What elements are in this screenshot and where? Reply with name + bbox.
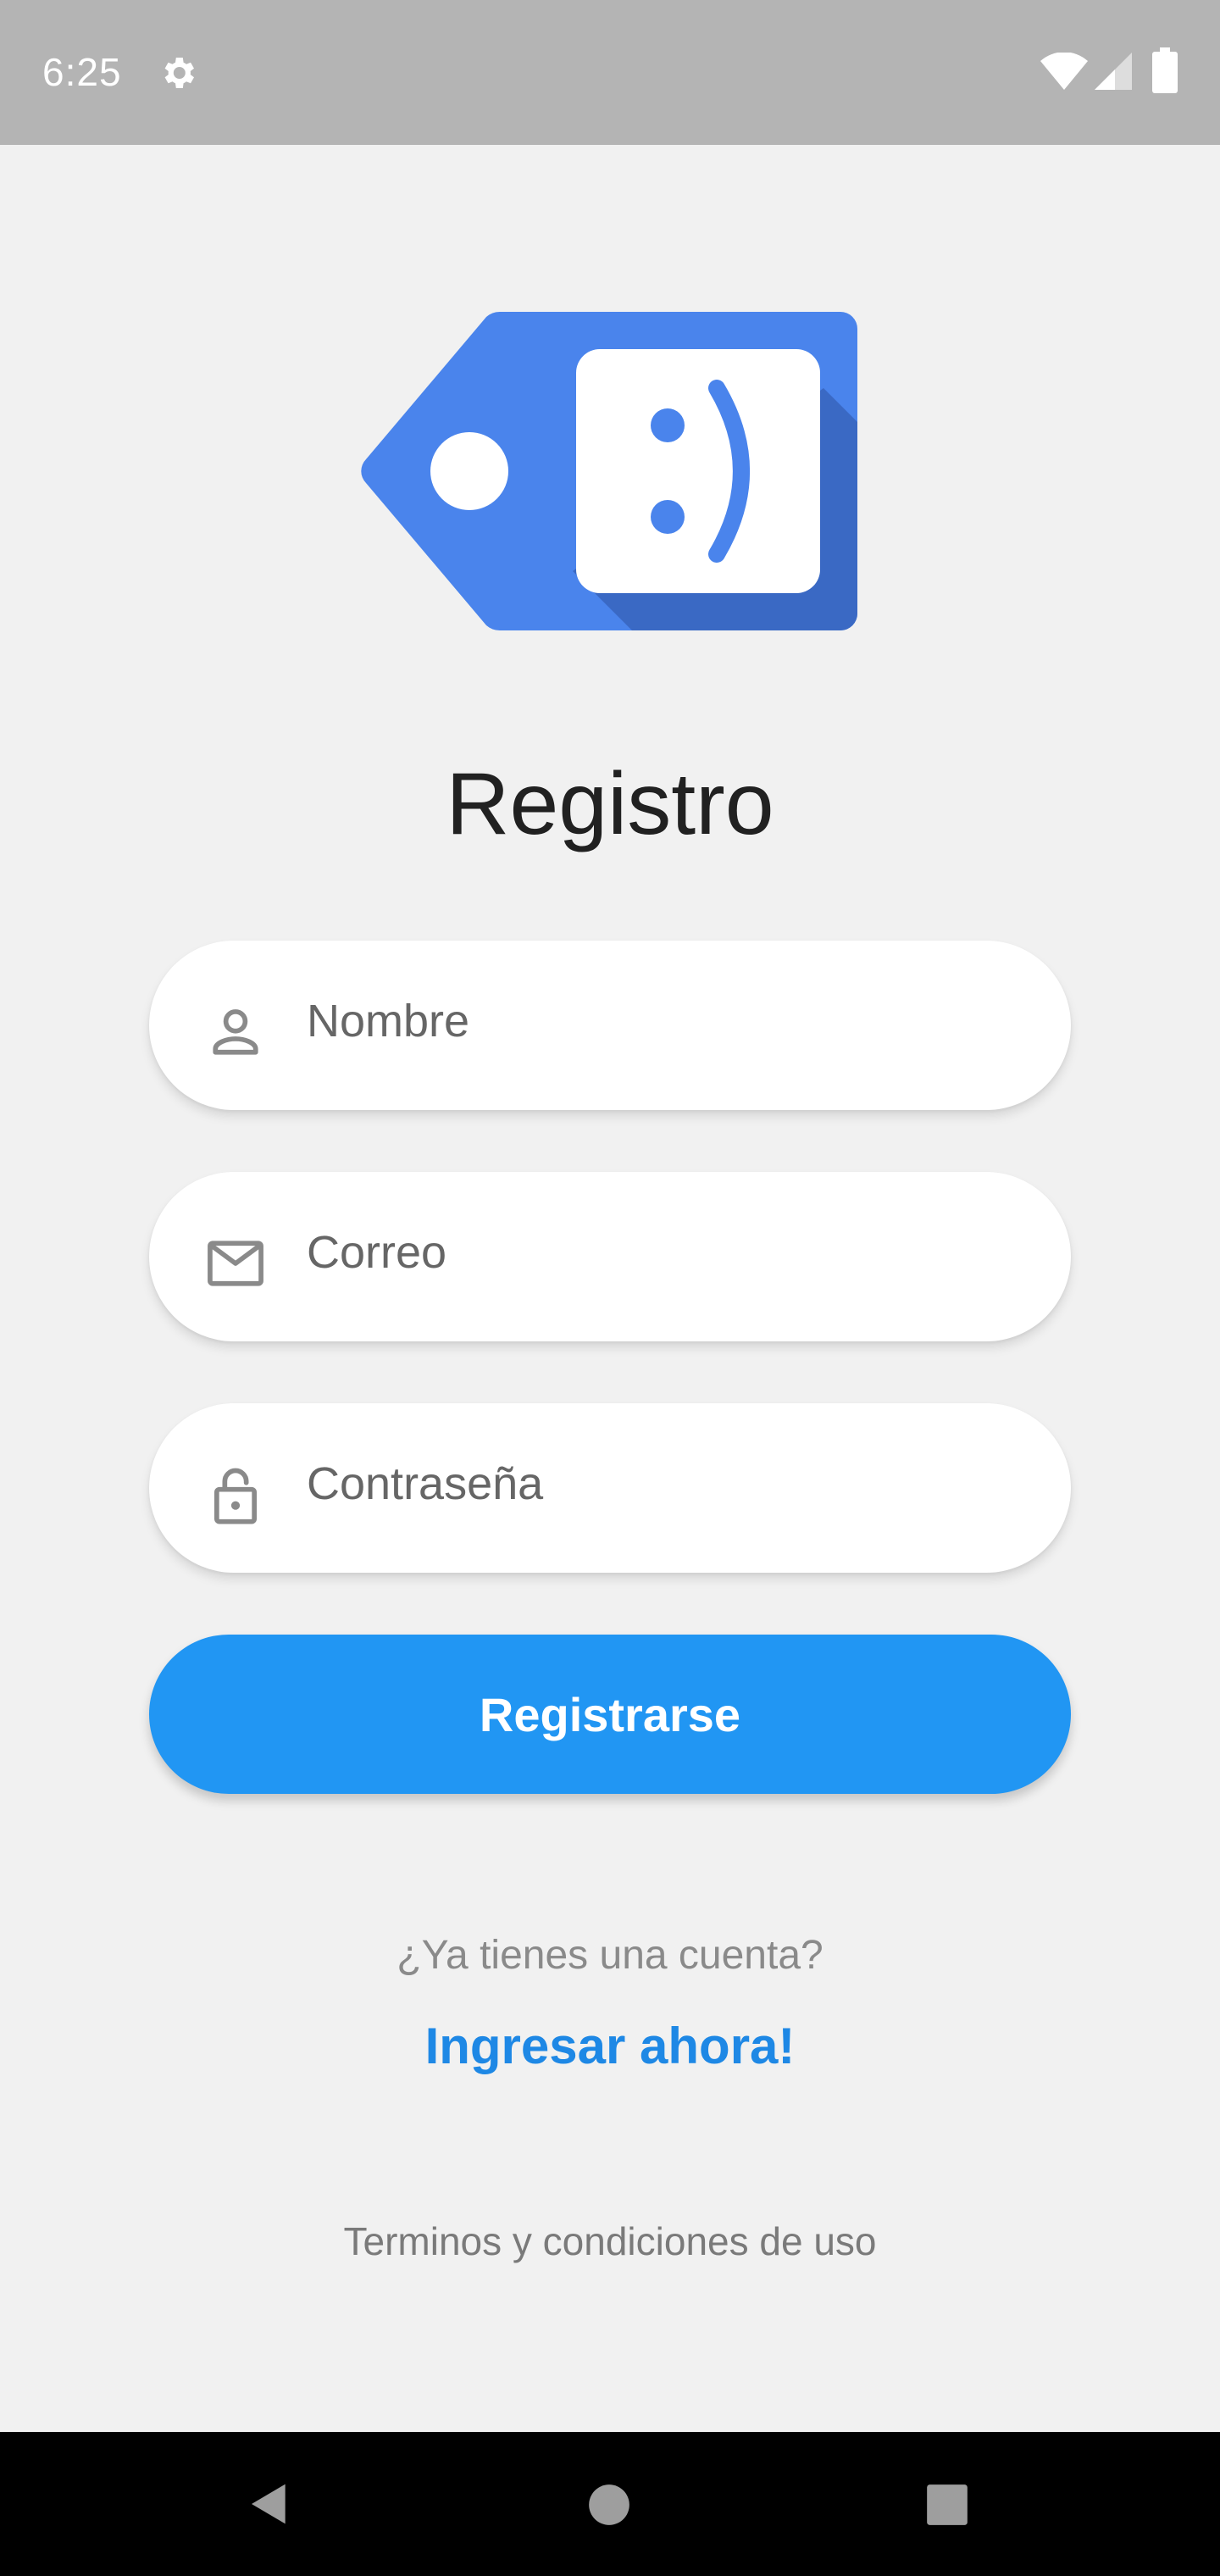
wifi-icon: [1040, 53, 1088, 90]
name-input[interactable]: [305, 974, 1034, 1068]
logo-face-square: [576, 349, 820, 593]
cell-signal-icon: [1095, 53, 1132, 90]
password-input[interactable]: [305, 1437, 1034, 1530]
back-icon[interactable]: [246, 2480, 293, 2528]
account-question-text: ¿Ya tienes una cuenta?: [396, 1933, 824, 1978]
name-field[interactable]: [149, 941, 1071, 1110]
page-title: Registro: [446, 754, 774, 853]
status-bar: 6:25: [0, 0, 1220, 145]
register-button[interactable]: Registrarse: [149, 1635, 1071, 1794]
logo-eye-bottom: [651, 500, 685, 534]
home-icon[interactable]: [587, 2483, 631, 2527]
email-input[interactable]: [305, 1206, 1034, 1299]
terms-link[interactable]: Terminos y condiciones de uso: [0, 2218, 1220, 2264]
mail-icon: [208, 1241, 263, 1286]
system-nav-bar: [0, 2432, 1220, 2576]
lock-icon: [214, 1468, 258, 1524]
logo-eye-top: [651, 408, 685, 442]
battery-icon: [1152, 47, 1178, 93]
tag-smiley-logo-icon: [361, 312, 857, 630]
login-link[interactable]: Ingresar ahora!: [0, 2017, 1220, 2075]
gear-icon: [164, 58, 194, 88]
logo-tag-hole: [430, 432, 508, 510]
recents-icon[interactable]: [925, 2483, 969, 2527]
person-icon: [213, 1009, 258, 1055]
email-field[interactable]: [149, 1172, 1071, 1341]
password-field[interactable]: [149, 1403, 1071, 1573]
status-time: 6:25: [42, 50, 122, 94]
